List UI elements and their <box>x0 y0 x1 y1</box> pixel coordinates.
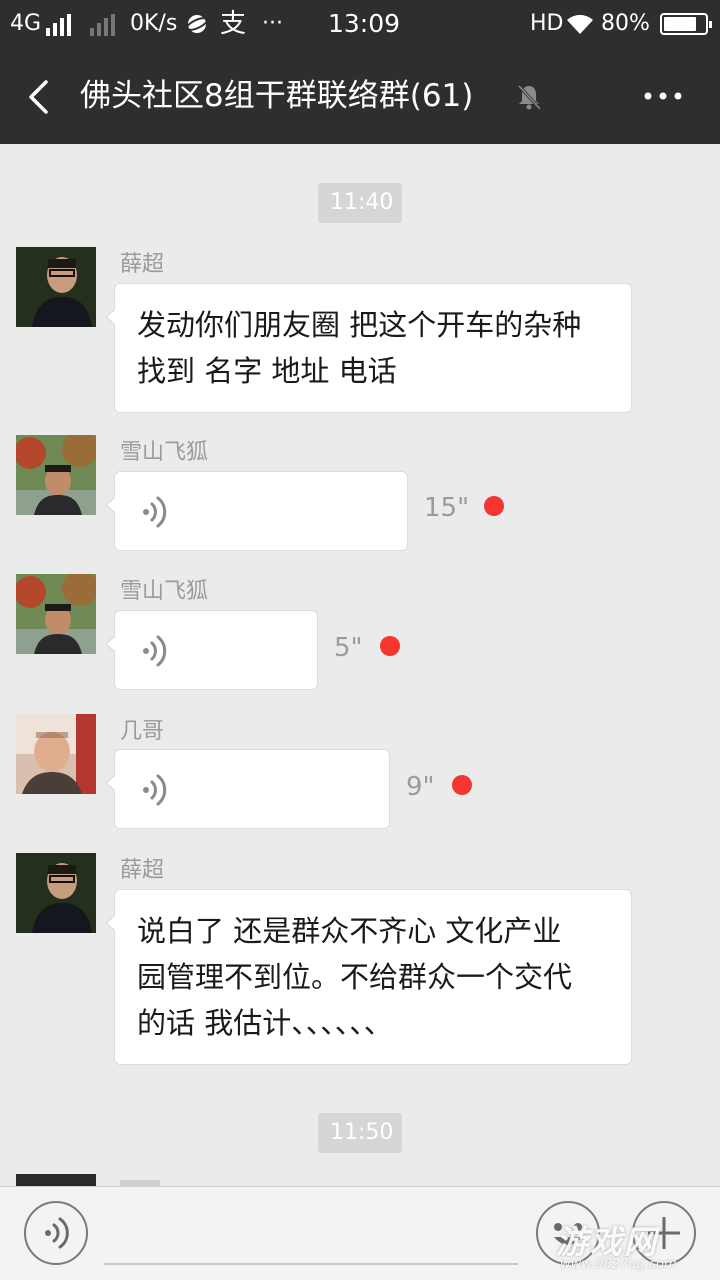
voice-duration: 5" <box>334 633 363 663</box>
voice-wave-icon <box>143 635 167 667</box>
message-text-line: 园管理不到位。不给群众一个交代 <box>137 960 573 994</box>
avatar[interactable] <box>16 853 96 933</box>
avatar[interactable] <box>16 247 96 327</box>
message-input[interactable] <box>104 1263 518 1265</box>
watermark-url: www.0827ug.com <box>560 1257 677 1272</box>
voice-message[interactable] <box>105 610 318 690</box>
planet-icon <box>186 15 208 33</box>
voice-message[interactable] <box>105 749 390 829</box>
avatar[interactable] <box>16 1174 96 1186</box>
voice-input-button[interactable] <box>24 1201 88 1265</box>
timestamp: 11:50 <box>318 1113 402 1153</box>
message-bubble[interactable]: 发动你们朋友圈 把这个开车的杂种 找到 名字 地址 电话 <box>105 283 632 413</box>
input-bar: 游戏网 www.0827ug.com <box>0 1186 720 1280</box>
message-text-line: 找到 名字 地址 电话 <box>137 354 397 388</box>
ellipsis-icon <box>644 92 682 100</box>
avatar-image <box>16 714 96 794</box>
chat-header: 佛头社区8组干群联络群(61) <box>0 48 720 144</box>
timestamp: 11:40 <box>318 183 402 223</box>
sender-name: 薛超 <box>120 252 165 277</box>
chat-messages[interactable]: 11:40 薛超 发动你们朋友圈 把这个开车的杂种 找到 名字 地址 电话 雪山… <box>0 144 720 1186</box>
voice-duration: 15" <box>424 493 470 523</box>
more-notifications: ··· <box>262 11 283 36</box>
wifi-icon <box>567 14 593 34</box>
battery-icon <box>660 13 712 35</box>
avatar-image <box>16 853 96 933</box>
hd-indicator: HD <box>530 11 564 36</box>
signal-icon-2 <box>90 14 115 36</box>
avatar-image <box>16 247 96 327</box>
bell-off-icon <box>517 84 542 111</box>
message-bubble[interactable]: 说白了 还是群众不齐心 文化产业 园管理不到位。不给群众一个交代 的话 我估计、… <box>105 889 632 1065</box>
battery-percent: 80% <box>601 11 650 36</box>
status-bar: 4G 0K/s 支 ··· 13:09 HD 80% <box>0 0 720 48</box>
message-text-line: 的话 我估计、、、、、、 <box>137 1006 393 1040</box>
chevron-left-icon <box>29 80 48 114</box>
alipay-icon: 支 <box>220 9 247 39</box>
voice-toggle-icon <box>45 1217 69 1249</box>
back-button[interactable] <box>14 72 64 122</box>
avatar[interactable] <box>16 714 96 794</box>
voice-message[interactable] <box>105 471 408 551</box>
avatar-image <box>16 574 96 654</box>
unread-dot <box>484 496 504 516</box>
voice-wave-icon <box>143 496 167 528</box>
sender-name: 雪山飞狐 <box>120 440 209 465</box>
avatar[interactable] <box>16 574 96 654</box>
message-text-line: 发动你们朋友圈 把这个开车的杂种 <box>137 308 582 342</box>
unread-dot <box>452 775 472 795</box>
clock: 13:09 <box>328 9 401 38</box>
avatar[interactable] <box>16 435 96 515</box>
more-options-button[interactable] <box>636 76 690 116</box>
chat-title: 佛头社区8组干群联络群(61) <box>80 78 474 114</box>
sender-name: 几哥 <box>120 719 165 744</box>
voice-wave-icon <box>143 774 167 806</box>
sender-name: 雪山飞狐 <box>120 579 209 604</box>
signal-icon <box>46 14 71 36</box>
sender-name: 薛超 <box>120 858 165 883</box>
network-speed: 0K/s <box>130 11 178 36</box>
avatar-image <box>16 435 96 515</box>
network-type: 4G <box>10 11 42 36</box>
message-text-line: 说白了 还是群众不齐心 文化产业 <box>137 914 562 948</box>
voice-duration: 9" <box>406 772 435 802</box>
unread-dot <box>380 636 400 656</box>
